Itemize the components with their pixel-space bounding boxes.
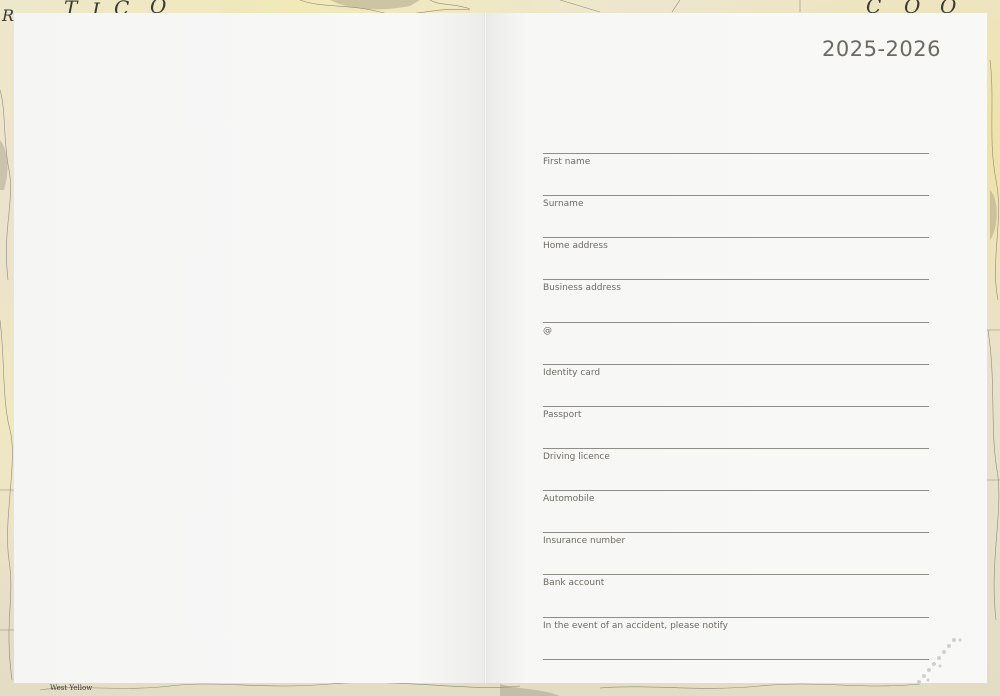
field-label: Driving licence — [543, 452, 610, 462]
field-surname[interactable]: Surname — [543, 195, 929, 238]
planner-year: 2025-2026 — [822, 37, 941, 61]
field-label: Bank account — [543, 578, 605, 588]
left-page — [14, 13, 484, 683]
field-insurance-number[interactable]: Insurance number — [543, 532, 929, 575]
field-label: In the event of an accident, please noti… — [543, 621, 729, 631]
map-place-label: West Yellow — [50, 684, 93, 692]
field-passport[interactable]: Passport — [543, 406, 929, 449]
field-label: First name — [543, 157, 591, 167]
field-business-address[interactable]: Business address — [543, 279, 929, 322]
field-label: Surname — [543, 199, 584, 209]
form-bottom-rule — [543, 659, 929, 660]
field-label: Automobile — [543, 494, 595, 504]
field-label: Identity card — [543, 368, 601, 378]
field-home-address[interactable]: Home address — [543, 237, 929, 280]
map-letter: R — [2, 6, 15, 25]
field-automobile[interactable]: Automobile — [543, 490, 929, 533]
field-emergency-contact[interactable]: In the event of an accident, please noti… — [543, 617, 929, 660]
perforation-dots-icon — [917, 638, 962, 684]
field-label: Home address — [543, 241, 608, 251]
field-label: Passport — [543, 410, 582, 420]
field-email[interactable]: @ — [543, 322, 929, 365]
field-driving-licence[interactable]: Driving licence — [543, 448, 929, 491]
field-label: Business address — [543, 283, 621, 293]
field-identity-card[interactable]: Identity card — [543, 364, 929, 407]
field-bank-account[interactable]: Bank account — [543, 574, 929, 617]
field-label: @ — [543, 326, 552, 336]
field-label: Insurance number — [543, 536, 626, 546]
field-first-name[interactable]: First name — [543, 153, 929, 196]
